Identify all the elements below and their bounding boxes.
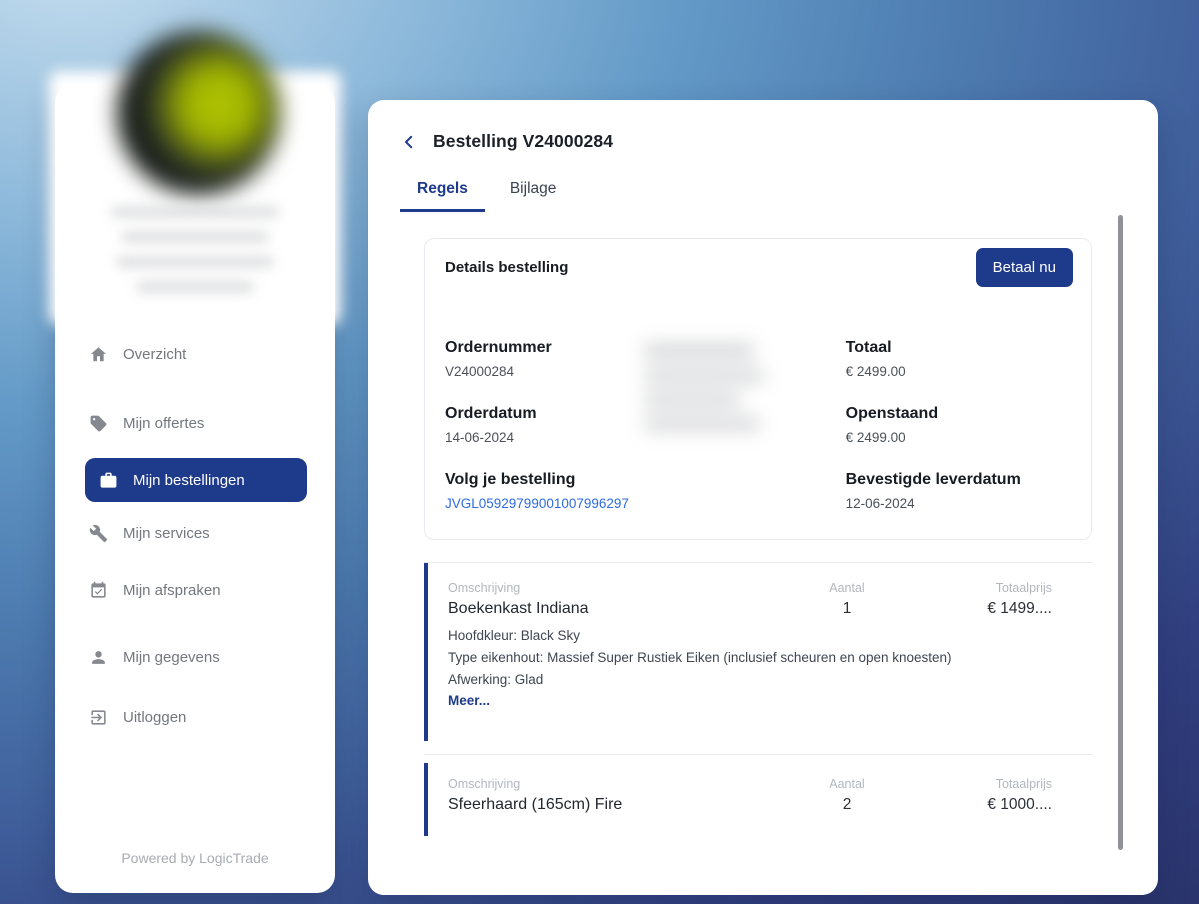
company-logo-blurred	[49, 71, 341, 325]
tab-bijlage[interactable]: Bijlage	[493, 172, 574, 212]
details-card-title: Details bestelling	[445, 259, 568, 276]
sidebar-item-mijn-offertes[interactable]: Mijn offertes	[85, 401, 307, 445]
total-column: Totaalprijs € 1499....	[902, 581, 1052, 618]
field-orderdatum: Orderdatum 14-06-2024	[445, 405, 846, 471]
description-column: Omschrijving Boekenkast Indiana	[448, 581, 792, 618]
sidebar: Overzicht Mijn offertes Mijn bestellinge…	[55, 85, 335, 893]
field-openstaand: Openstaand € 2499.00	[846, 405, 1071, 471]
sidebar-item-label: Overzicht	[123, 346, 186, 363]
sidebar-item-mijn-bestellingen[interactable]: Mijn bestellingen	[85, 458, 307, 502]
app-background: Overzicht Mijn offertes Mijn bestellinge…	[0, 0, 1199, 904]
description-column: Omschrijving Sfeerhaard (165cm) Fire	[448, 777, 792, 814]
tracking-link[interactable]: JVGL05929799001007996297	[445, 496, 846, 511]
order-line-boekenkast: Omschrijving Boekenkast Indiana Aantal 1…	[424, 563, 1092, 741]
quantity-value: 1	[792, 600, 902, 618]
sidebar-item-label: Uitloggen	[123, 709, 186, 726]
option-hoofdkleur: Hoofdkleur: Black Sky	[448, 625, 1052, 647]
field-bevestigde-leverdatum: Bevestigde leverdatum 12-06-2024	[846, 471, 1071, 537]
total-value: € 1499....	[902, 600, 1052, 618]
back-button[interactable]	[400, 132, 420, 152]
order-details-card: Details bestelling Betaal nu Ordernummer…	[424, 238, 1092, 540]
quantity-value: 2	[792, 796, 902, 814]
user-icon	[89, 648, 108, 667]
divider	[424, 754, 1092, 755]
page-header: Bestelling V24000284	[400, 131, 613, 152]
quantity-column: Aantal 1	[792, 581, 902, 618]
order-lines: Omschrijving Boekenkast Indiana Aantal 1…	[424, 562, 1092, 836]
vertical-scrollbar[interactable]	[1118, 215, 1123, 850]
sidebar-item-uitloggen[interactable]: Uitloggen	[85, 695, 307, 739]
briefcase-icon	[99, 471, 118, 490]
column-header-totaalprijs: Totaalprijs	[902, 777, 1052, 791]
column-header-omschrijving: Omschrijving	[448, 777, 792, 791]
calendar-check-icon	[89, 581, 108, 600]
column-header-omschrijving: Omschrijving	[448, 581, 792, 595]
sidebar-item-overzicht[interactable]: Overzicht	[85, 332, 307, 376]
page-title: Bestelling V24000284	[433, 131, 613, 152]
sidebar-item-mijn-afspraken[interactable]: Mijn afspraken	[85, 568, 307, 612]
company-info-blurred	[49, 207, 341, 292]
sidebar-item-mijn-services[interactable]: Mijn services	[85, 511, 307, 555]
tab-regels[interactable]: Regels	[400, 172, 485, 212]
pay-now-button[interactable]: Betaal nu	[976, 248, 1073, 287]
sidebar-item-label: Mijn offertes	[123, 415, 204, 432]
field-volg-je-bestelling: Volg je bestelling JVGL05929799001007996…	[445, 471, 846, 537]
sidebar-item-label: Mijn afspraken	[123, 582, 221, 599]
logo-halo	[49, 71, 341, 325]
field-ordernummer: Ordernummer V24000284	[445, 339, 846, 405]
sidebar-item-label: Mijn bestellingen	[133, 472, 245, 489]
sidebar-item-mijn-gegevens[interactable]: Mijn gegevens	[85, 635, 307, 679]
option-type-eikenhout: Type eikenhout: Massief Super Rustiek Ei…	[448, 647, 1052, 669]
order-detail-panel: Bestelling V24000284 Regels Bijlage Deta…	[368, 100, 1158, 895]
column-header-aantal: Aantal	[792, 777, 902, 791]
order-line-columns: Omschrijving Sfeerhaard (165cm) Fire Aan…	[448, 777, 1052, 814]
wrench-icon	[89, 524, 108, 543]
logout-icon	[89, 708, 108, 727]
product-name: Sfeerhaard (165cm) Fire	[448, 796, 792, 814]
more-link[interactable]: Meer...	[448, 691, 1052, 711]
sidebar-item-label: Mijn gegevens	[123, 649, 220, 666]
tag-icon	[89, 414, 108, 433]
powered-by-label: Powered by LogicTrade	[55, 850, 335, 866]
total-value: € 1000....	[902, 796, 1052, 814]
tab-bar: Regels Bijlage	[400, 172, 573, 212]
sidebar-item-label: Mijn services	[123, 525, 210, 542]
product-name: Boekenkast Indiana	[448, 600, 792, 618]
column-header-totaalprijs: Totaalprijs	[902, 581, 1052, 595]
quantity-column: Aantal 2	[792, 777, 902, 814]
field-totaal: Totaal € 2499.00	[846, 339, 1071, 405]
order-fields: Ordernummer V24000284 Orderdatum 14-06-2…	[445, 339, 1071, 537]
order-line-sfeerhaard: Omschrijving Sfeerhaard (165cm) Fire Aan…	[424, 763, 1092, 836]
option-afwerking: Afwerking: Glad	[448, 669, 1052, 691]
logo-icon	[117, 31, 281, 195]
chevron-left-icon	[400, 133, 418, 151]
home-icon	[89, 345, 108, 364]
product-options: Hoofdkleur: Black Sky Type eikenhout: Ma…	[448, 625, 1052, 711]
order-line-columns: Omschrijving Boekenkast Indiana Aantal 1…	[448, 581, 1052, 618]
total-column: Totaalprijs € 1000....	[902, 777, 1052, 814]
column-header-aantal: Aantal	[792, 581, 902, 595]
